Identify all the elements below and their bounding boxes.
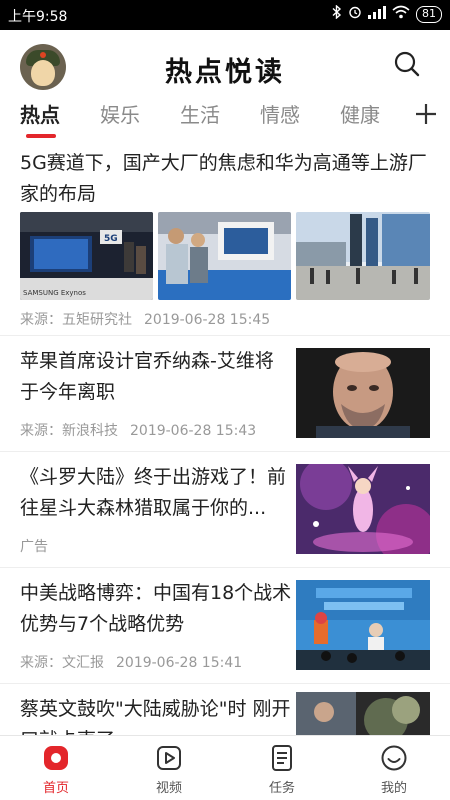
category-tabs: 热点 娱乐 生活 情感 健康 — [0, 92, 450, 140]
tab-emotion[interactable]: 情感 — [260, 99, 300, 128]
nav-task-label: 任务 — [268, 781, 295, 796]
task-icon — [272, 745, 292, 771]
news-source: 来源：五矩研究社 — [20, 312, 132, 328]
news-time: 2019-06-28 15:41 — [116, 655, 243, 671]
ad-label: 广告 — [20, 539, 48, 555]
nav-profile[interactable]: 我的 — [364, 744, 424, 796]
tab-life[interactable]: 生活 — [180, 99, 220, 128]
plus-icon — [416, 104, 436, 124]
nav-task[interactable]: 任务 — [252, 744, 312, 796]
tab-health[interactable]: 健康 — [340, 99, 380, 128]
news-item[interactable]: 5G赛道下，国产大厂的焦虑和华为高通等上游厂家的布局 SAMSUNG Exyno… — [0, 140, 450, 336]
news-source: 来源：新浪科技 — [20, 423, 118, 439]
active-tab-indicator — [26, 134, 56, 138]
news-image-2 — [158, 212, 291, 300]
news-item[interactable]: 中美战略博弈：中国有18个战术优势与7个战略优势 来源：文汇报 2019-06-2… — [0, 568, 450, 684]
badge-5g-text: 5G — [104, 234, 118, 244]
tab-hot[interactable]: 热点 — [20, 99, 60, 128]
news-thumbnail — [296, 580, 430, 670]
profile-icon — [381, 745, 407, 771]
nav-profile-label: 我的 — [380, 781, 407, 796]
news-meta: 来源：文汇报 2019-06-28 15:41 — [20, 652, 242, 672]
nav-video-label: 视频 — [155, 781, 182, 796]
alarm-icon — [348, 5, 362, 24]
news-title: 苹果首席设计官乔纳森-艾维将于今年离职 — [20, 350, 274, 403]
search-button[interactable] — [392, 49, 422, 79]
home-icon — [44, 746, 68, 770]
news-thumbnail — [296, 692, 430, 735]
nav-video[interactable]: 视频 — [139, 744, 199, 796]
news-image-3 — [296, 212, 430, 300]
news-title: 中美战略博弈：中国有18个战术优势与7个战略优势 — [20, 582, 292, 635]
tab-entertainment[interactable]: 娱乐 — [100, 99, 140, 128]
nav-home-label: 首页 — [42, 781, 69, 796]
status-time: 上午9:58 — [8, 9, 68, 25]
status-icons: 81 — [332, 4, 442, 24]
news-thumbnail — [296, 348, 430, 438]
news-time: 2019-06-28 15:43 — [130, 423, 257, 439]
news-title: 蔡英文鼓吹"大陆威胁论"时 刚开口就卡壳了 — [20, 698, 291, 735]
image-caption-text: SAMSUNG Exynos — [23, 289, 86, 297]
nav-home[interactable]: 首页 — [26, 744, 86, 796]
news-feed: 5G赛道下，国产大厂的焦虑和华为高通等上游厂家的布局 SAMSUNG Exyno… — [0, 140, 450, 735]
battery-indicator: 81 — [416, 6, 442, 23]
news-image-1: SAMSUNG Exynos 5G — [20, 212, 153, 300]
bottom-navigation: 首页 视频 任务 我的 — [0, 735, 450, 800]
news-item[interactable]: 蔡英文鼓吹"大陆威胁论"时 刚开口就卡壳了 — [0, 684, 450, 735]
ad-item[interactable]: 《斗罗大陆》终于出游戏了！前往星斗大森林猎取属于你的... 广告 — [0, 452, 450, 568]
status-bar: 上午9:58 81 — [0, 0, 450, 30]
app-logo: 热点悦读 — [165, 57, 285, 88]
news-meta: 来源：五矩研究社 2019-06-28 15:45 — [20, 309, 270, 329]
signal-icon — [368, 5, 386, 24]
bluetooth-icon — [332, 4, 342, 24]
news-item[interactable]: 苹果首席设计官乔纳森-艾维将于今年离职 来源：新浪科技 2019-06-28 15… — [0, 336, 450, 452]
news-meta: 来源：新浪科技 2019-06-28 15:43 — [20, 420, 256, 440]
wifi-icon — [392, 5, 410, 24]
ad-thumbnail — [296, 464, 430, 554]
add-category-button[interactable] — [414, 94, 438, 131]
news-time: 2019-06-28 15:45 — [144, 312, 271, 328]
search-icon — [394, 51, 420, 77]
news-title: 5G赛道下，国产大厂的焦虑和华为高通等上游厂家的布局 — [20, 152, 427, 205]
ad-title: 《斗罗大陆》终于出游戏了！前往星斗大森林猎取属于你的... — [20, 466, 287, 519]
news-source: 来源：文汇报 — [20, 655, 104, 671]
app-header: 热点悦读 — [0, 30, 450, 92]
video-icon — [157, 746, 181, 770]
